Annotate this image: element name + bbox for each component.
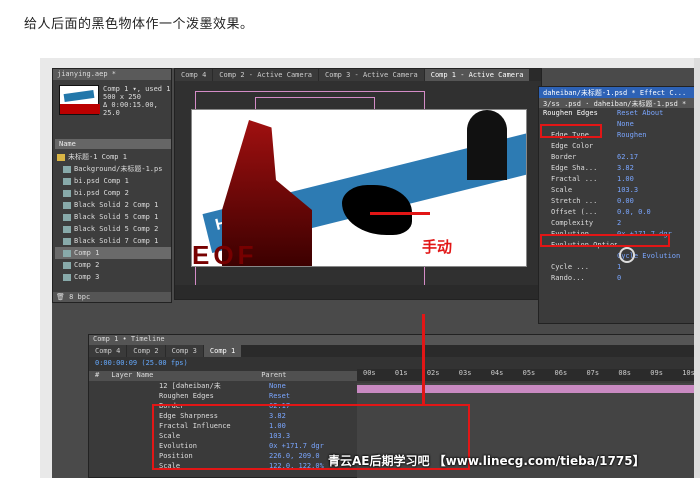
effect-row[interactable]: Border 62.17 <box>539 152 699 163</box>
time-ruler[interactable]: 00s 01s 02s 03s 04s 05s 06s 07s 08s 09s 10s <box>357 369 700 381</box>
file-icon <box>63 189 71 197</box>
trash-icon[interactable]: 🗑 <box>56 293 65 301</box>
effect-row[interactable]: Fractal ... 1.00 <box>539 174 699 185</box>
tab-comp-1[interactable]: Comp 1 - Active Camera <box>424 69 530 81</box>
comp-canvas[interactable]: HELLO EOF <box>191 109 527 267</box>
highlight-roughen-edges <box>540 124 602 138</box>
page: 给人后面的黑色物体作一个泼墨效果。 jianying.aep * Comp 1 … <box>0 0 700 478</box>
effect-row[interactable]: Edge Sha... 3.82 <box>539 163 699 174</box>
folder-icon <box>57 153 65 161</box>
col-header[interactable]: Parent <box>255 371 292 381</box>
cut-text: EOF <box>192 240 258 267</box>
tl-tab[interactable]: Comp 4 <box>89 345 127 357</box>
effect-controls-panel: daheiban/未标题-1.psd * Effect C... 3/ss .p… <box>538 86 700 324</box>
comp-meta-line: 500 x 250 <box>103 93 141 101</box>
comp-icon <box>63 261 71 269</box>
scrollbar[interactable] <box>694 58 700 478</box>
list-item[interactable]: Comp 2 <box>55 259 171 271</box>
effect-row[interactable]: Cycle ... 1 <box>539 262 699 273</box>
timeline-title: Comp 1 • Timeline <box>89 335 699 345</box>
effect-row[interactable]: Stretch ... 0.00 <box>539 196 699 207</box>
tab-comp-4[interactable]: Comp 4 <box>175 69 213 81</box>
file-icon <box>63 225 71 233</box>
list-item[interactable]: bi.psd Comp 2 <box>55 187 171 199</box>
list-item[interactable]: Black Solid 5 Comp 2 <box>55 223 171 235</box>
effect-row[interactable]: Complexity 2 <box>539 218 699 229</box>
composition-viewer: Comp 4 Comp 2 - Active Camera Comp 3 - A… <box>174 68 542 300</box>
comp-meta: Comp 1 ▾, used 1 500 x 250 Δ 0:00:15.00,… <box>103 85 171 117</box>
file-icon <box>63 201 71 209</box>
list-item[interactable]: Black Solid 7 Comp 1 <box>55 235 171 247</box>
effect-title[interactable]: daheiban/未标题-1.psd * Effect C... <box>539 87 699 98</box>
after-effects-window: jianying.aep * Comp 1 ▾, used 1 500 x 25… <box>52 68 700 478</box>
list-item[interactable]: Black Solid 5 Comp 1 <box>55 211 171 223</box>
file-icon <box>63 213 71 221</box>
tab-comp-3[interactable]: Comp 3 - Active Camera <box>319 69 424 81</box>
viewer-footer <box>175 285 541 299</box>
list-item[interactable]: bi.psd Comp 1 <box>55 175 171 187</box>
comp-thumbnail <box>59 85 100 115</box>
arrow-line <box>370 212 430 215</box>
tl-tab[interactable]: Comp 3 <box>165 345 203 357</box>
comp-icon <box>63 273 71 281</box>
arrow-line <box>422 314 425 406</box>
list-item[interactable]: Background/未标题-1.ps <box>55 163 171 175</box>
file-icon <box>63 165 71 173</box>
file-icon <box>63 237 71 245</box>
ink-splash <box>342 185 412 235</box>
timeline-tabs: Comp 4 Comp 2 Comp 3 Comp 1 <box>89 345 699 357</box>
project-footer: 🗑 8 bpc <box>53 292 171 302</box>
bit-depth[interactable]: 8 bpc <box>69 293 90 301</box>
effect-row[interactable]: Offset (... 0.0, 0.0 <box>539 207 699 218</box>
annotation-text: 手动 <box>422 238 453 256</box>
comp-meta-line: Δ 0:00:15.00, 25.0 <box>103 101 158 117</box>
effect-row[interactable]: Scale 103.3 <box>539 185 699 196</box>
list-item[interactable]: 未标题-1 Comp 1 <box>55 151 171 163</box>
screenshot: jianying.aep * Comp 1 ▾, used 1 500 x 25… <box>40 58 700 478</box>
project-list: Name 未标题-1 Comp 1 Background/未标题-1.ps bi… <box>55 139 171 283</box>
viewer-tabs: Comp 4 Comp 2 - Active Camera Comp 3 - A… <box>175 69 541 81</box>
project-panel: jianying.aep * Comp 1 ▾, used 1 500 x 25… <box>52 68 172 303</box>
tl-tab[interactable]: Comp 1 <box>203 345 242 357</box>
effect-subtitle: 3/ss .psd · daheiban/未标题-1.psd * <box>539 98 699 108</box>
watermark: 青云AE后期学习吧 【www.linecg.com/tieba/1775】 <box>328 454 645 468</box>
comp-icon <box>63 249 71 257</box>
project-tab[interactable]: jianying.aep * <box>53 69 171 80</box>
list-item[interactable]: Comp 1 <box>55 247 171 259</box>
page-title: 给人后面的黑色物体作一个泼墨效果。 <box>24 17 254 32</box>
effect-row[interactable]: Roughen Edges Reset About <box>539 108 699 119</box>
col-header[interactable]: # <box>89 371 105 381</box>
layer-bar[interactable] <box>357 385 700 393</box>
evolution-dial[interactable] <box>619 247 635 263</box>
file-icon <box>63 177 71 185</box>
effect-row[interactable]: Rando... 0 <box>539 273 699 284</box>
comp-meta-line: Comp 1 ▾, used 1 <box>103 85 171 93</box>
tl-tab[interactable]: Comp 2 <box>127 345 165 357</box>
highlight-evolution <box>540 234 670 247</box>
effect-row[interactable]: Edge Color <box>539 141 699 152</box>
list-header[interactable]: Name <box>55 139 171 149</box>
tab-comp-2[interactable]: Comp 2 - Active Camera <box>213 69 319 81</box>
list-item[interactable]: Comp 3 <box>55 271 171 283</box>
list-item[interactable]: Black Solid 2 Comp 1 <box>55 199 171 211</box>
col-header[interactable]: Layer Name <box>105 371 255 381</box>
black-object <box>467 110 507 180</box>
